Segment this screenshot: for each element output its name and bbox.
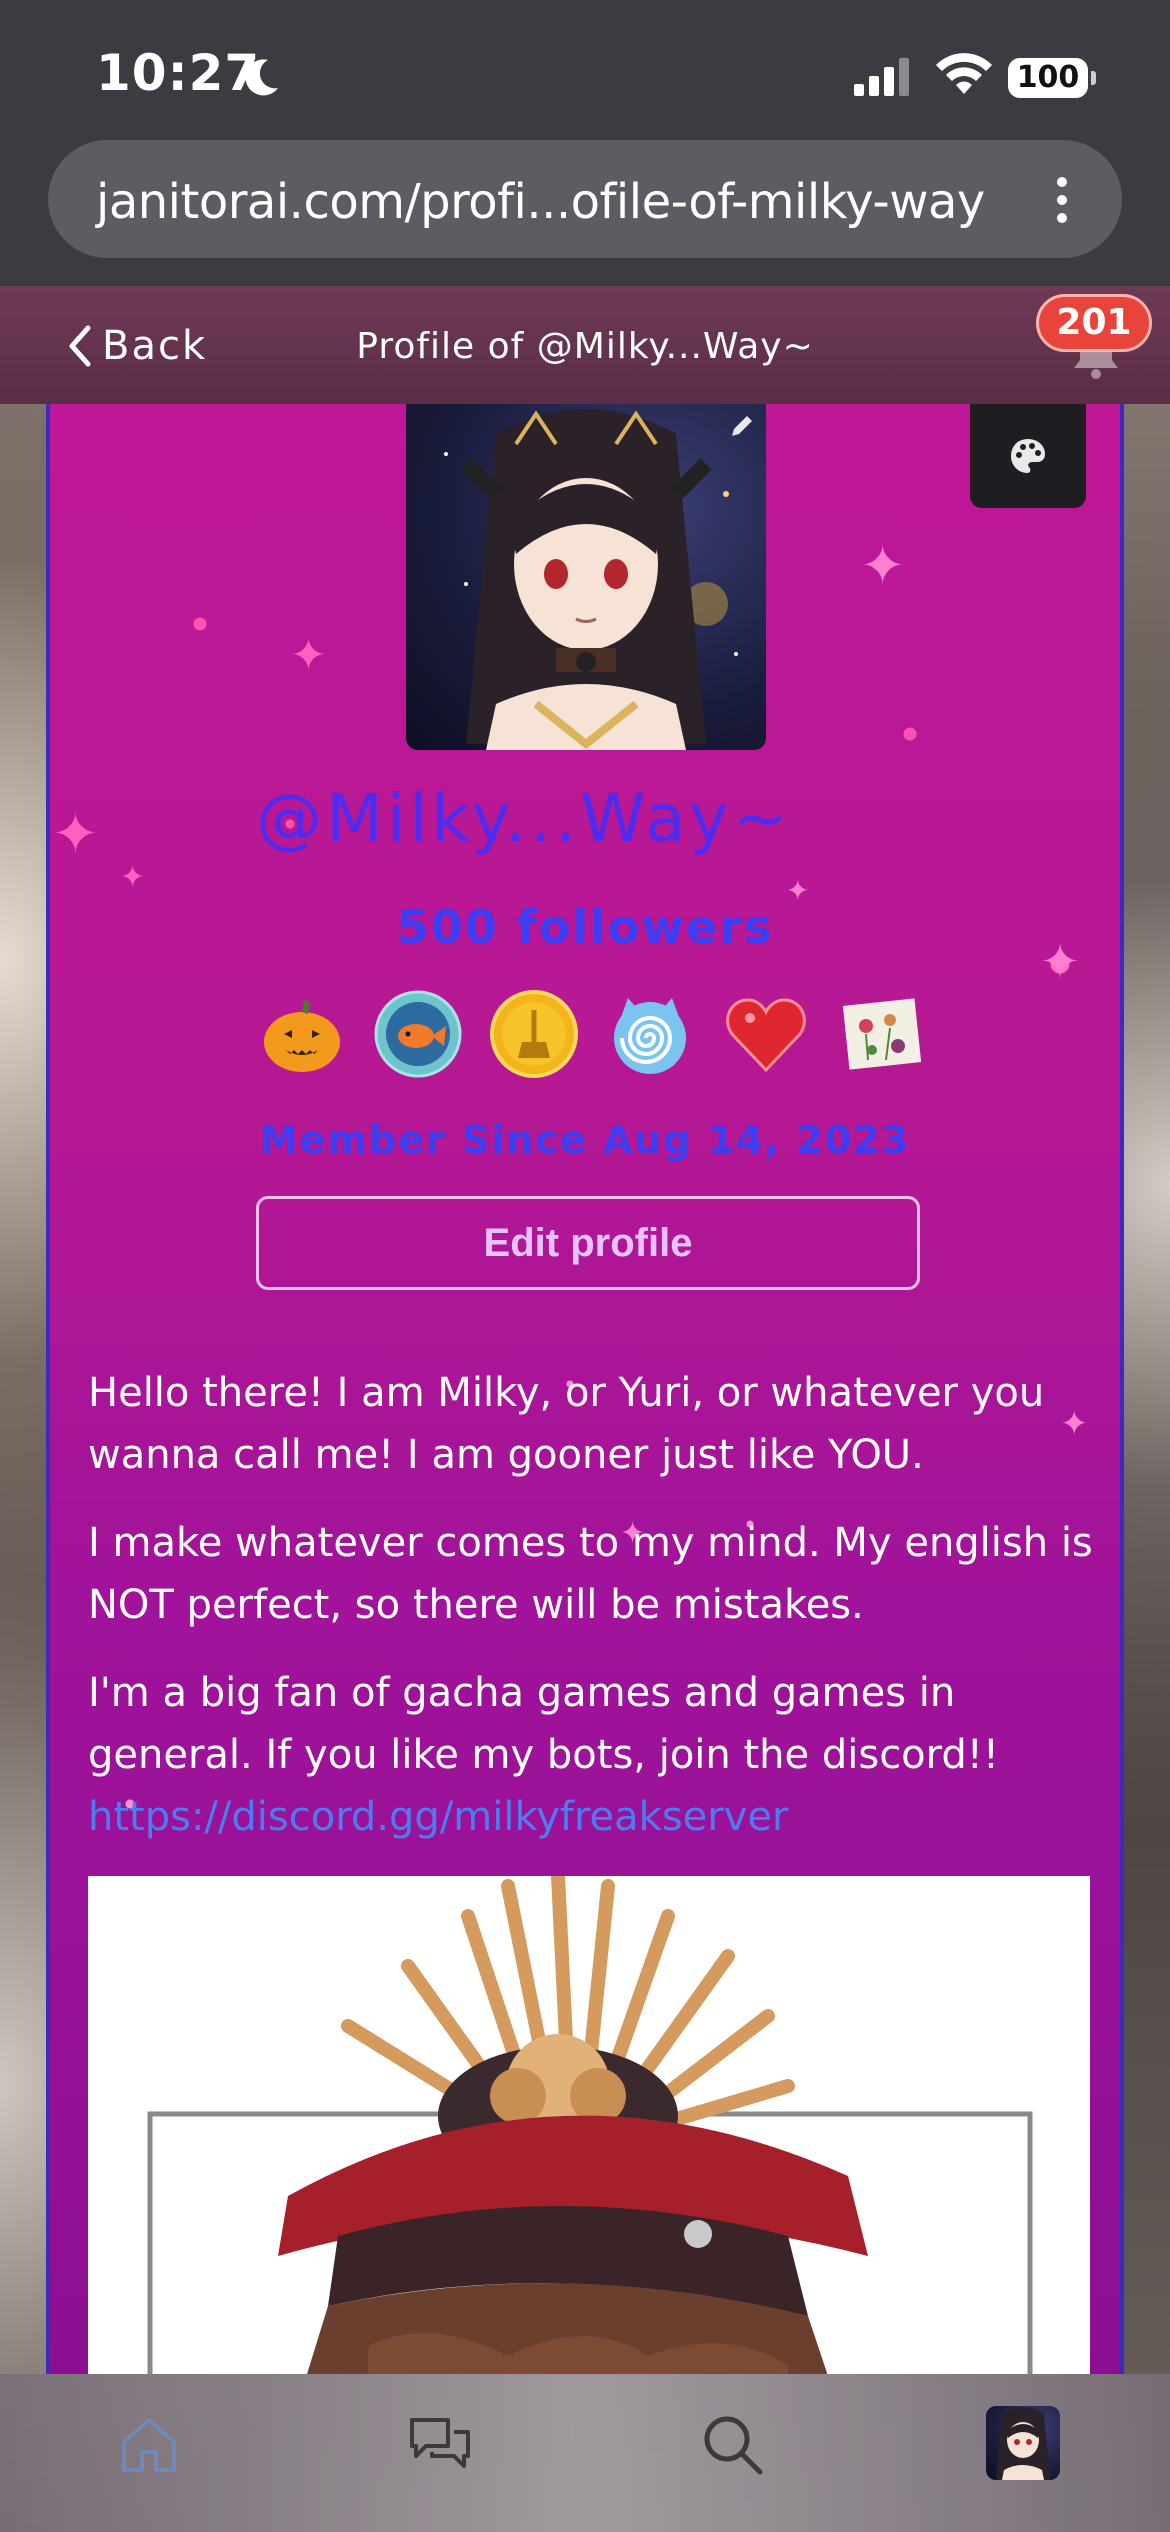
status-time: 10:27 (96, 44, 261, 102)
bio-paragraph: I'm a big fan of gacha games and games i… (88, 1670, 999, 1778)
bio-illustration (147, 1876, 1033, 2374)
discord-link[interactable]: https://discord.gg/milkyfreakserver (88, 1786, 1098, 1848)
avatar-illustration (444, 409, 738, 750)
theme-button[interactable] (970, 404, 1086, 508)
palette-icon (1011, 439, 1045, 473)
moon-icon (245, 59, 278, 96)
avatar-thumbnail (996, 2407, 1050, 2480)
site-header: Back Profile of @Milky...Way~ (0, 286, 1170, 404)
bio-image (88, 1876, 1090, 2374)
edit-pencil-icon[interactable] (726, 410, 758, 442)
sparkle-decoration: ✦ (860, 534, 906, 597)
status-bar: 10:27 100 (0, 0, 1170, 140)
profile-card: ✦ ✦ ✦ ✦ ✦ ✦ ✦ ✦ @Milky...Way~ 500 follow… (46, 404, 1124, 2374)
sparkle-decoration: ✦ (290, 630, 327, 681)
goldfish-badge[interactable] (374, 990, 462, 1078)
broom-coin-badge[interactable] (490, 990, 578, 1078)
more-vertical-icon[interactable] (1054, 176, 1070, 224)
battery-indicator: 100 (1008, 58, 1096, 98)
sparkle-decoration: ✦ (120, 860, 146, 895)
search-icon[interactable] (700, 2412, 764, 2476)
profile-avatar-large[interactable] (406, 404, 766, 750)
heart-badge[interactable] (722, 990, 810, 1078)
signal-icon (854, 58, 909, 96)
member-since: Member Since Aug 14, 2023 (259, 1118, 911, 1162)
url-text[interactable]: janitorai.com/profi...ofile-of-milky-way (96, 174, 985, 230)
url-bar[interactable]: janitorai.com/profi...ofile-of-milky-way (48, 140, 1122, 258)
badge-list (258, 984, 922, 1084)
bio: Hello there! I am Milky, or Yuri, or wha… (88, 1362, 1098, 1848)
pumpkin-badge[interactable] (258, 990, 346, 1078)
browser-url-area: janitorai.com/profi...ofile-of-milky-way (0, 140, 1170, 286)
wifi-icon (936, 53, 992, 94)
bio-paragraph: Hello there! I am Milky, or Yuri, or wha… (88, 1370, 1045, 1478)
spiral-cat-badge[interactable] (606, 990, 694, 1078)
page-title: Profile of @Milky...Way~ (356, 326, 814, 367)
edit-profile-button[interactable]: Edit profile (256, 1196, 920, 1290)
chats-icon[interactable] (408, 2414, 472, 2476)
home-icon[interactable] (118, 2414, 180, 2476)
notification-badge[interactable]: 201 (1036, 294, 1152, 352)
username: @Milky...Way~ (256, 780, 792, 857)
profile-avatar[interactable] (986, 2406, 1060, 2480)
flowers-badge[interactable] (838, 990, 926, 1078)
followers-count[interactable]: 500 followers (50, 900, 1120, 954)
sparkle-decoration: ✦ (52, 802, 99, 867)
bio-paragraph: I make whatever comes to my mind. My eng… (88, 1520, 1093, 1628)
bottom-nav (0, 2374, 1170, 2532)
